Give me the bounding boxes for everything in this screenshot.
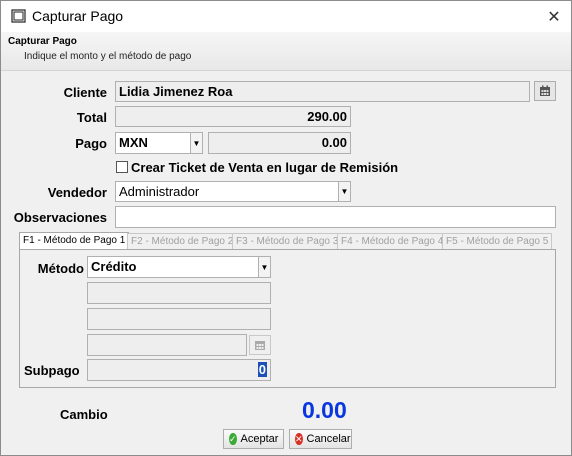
x-circle-icon: ✕ <box>295 433 303 445</box>
cancel-label: Cancelar <box>306 433 351 445</box>
vendedor-label: Vendedor <box>47 185 107 200</box>
ticket-checkbox[interactable] <box>116 161 128 173</box>
cliente-search-button[interactable] <box>534 81 556 101</box>
close-button[interactable]: ✕ <box>537 1 571 32</box>
metodo-select[interactable]: Crédito ▼ <box>87 256 271 278</box>
subpago-field[interactable]: 0 <box>87 359 271 381</box>
tab-metodo-pago-1[interactable]: F1 - Método de Pago 1 <box>19 232 130 250</box>
check-circle-icon: ✓ <box>229 433 237 445</box>
observaciones-field[interactable] <box>115 206 556 228</box>
header-band: Capturar Pago Indique el monto y el méto… <box>1 32 571 71</box>
capturar-pago-dialog: Capturar Pago ✕ Capturar Pago Indique el… <box>0 0 572 456</box>
metodo-lookup-button[interactable] <box>249 335 271 355</box>
metodo-extra-field-2[interactable] <box>87 308 271 330</box>
cancel-button[interactable]: ✕ Cancelar <box>289 429 352 449</box>
moneda-value: MXN <box>119 135 148 150</box>
vendedor-select[interactable]: Administrador ▼ <box>115 181 351 202</box>
metodo-extra-field-1[interactable] <box>87 282 271 304</box>
tab-metodo-pago-4[interactable]: F4 - Método de Pago 4 <box>337 233 448 250</box>
total-field: 290.00 <box>115 106 351 127</box>
chevron-down-icon[interactable]: ▼ <box>258 257 270 277</box>
tab-metodo-pago-3[interactable]: F3 - Método de Pago 3 <box>232 233 343 250</box>
accept-label: Aceptar <box>240 433 279 445</box>
metodo-extra-field-3[interactable] <box>87 334 247 356</box>
metodo-value: Crédito <box>91 259 137 274</box>
tab-metodo-pago-5[interactable]: F5 - Método de Pago 5 <box>442 233 553 250</box>
cliente-label: Cliente <box>63 85 107 100</box>
window-title: Capturar Pago <box>32 8 124 24</box>
calendar-icon <box>540 85 550 96</box>
chevron-down-icon[interactable]: ▼ <box>190 133 202 153</box>
pago-label: Pago <box>75 136 107 151</box>
observaciones-label: Observaciones <box>13 210 107 225</box>
payment-tab-panel: Método Crédito ▼ Subpago 0 <box>19 249 556 388</box>
header-subtitle: Indique el monto y el método de pago <box>24 51 192 62</box>
header-title: Capturar Pago <box>8 36 77 47</box>
subpago-label: Subpago <box>24 363 80 378</box>
subpago-value: 0 <box>257 362 267 377</box>
cambio-label: Cambio <box>60 407 108 422</box>
accept-button[interactable]: ✓ Aceptar <box>223 429 284 449</box>
close-icon: ✕ <box>547 8 561 26</box>
pago-field[interactable]: 0.00 <box>208 132 351 154</box>
cambio-value: 0.00 <box>302 397 347 423</box>
window-icon <box>11 9 26 23</box>
total-label: Total <box>76 110 107 125</box>
vendedor-value: Administrador <box>119 184 200 199</box>
chevron-down-icon[interactable]: ▼ <box>338 182 350 201</box>
title-bar: Capturar Pago ✕ <box>1 1 571 32</box>
ticket-checkbox-label: Crear Ticket de Venta en lugar de Remisi… <box>131 160 399 175</box>
calendar-icon <box>255 341 265 350</box>
metodo-label: Método <box>37 261 84 276</box>
moneda-select[interactable]: MXN ▼ <box>115 132 203 154</box>
tab-metodo-pago-2[interactable]: F2 - Método de Pago 2 <box>127 233 238 250</box>
cliente-field[interactable]: Lidia Jimenez Roa <box>115 81 530 102</box>
